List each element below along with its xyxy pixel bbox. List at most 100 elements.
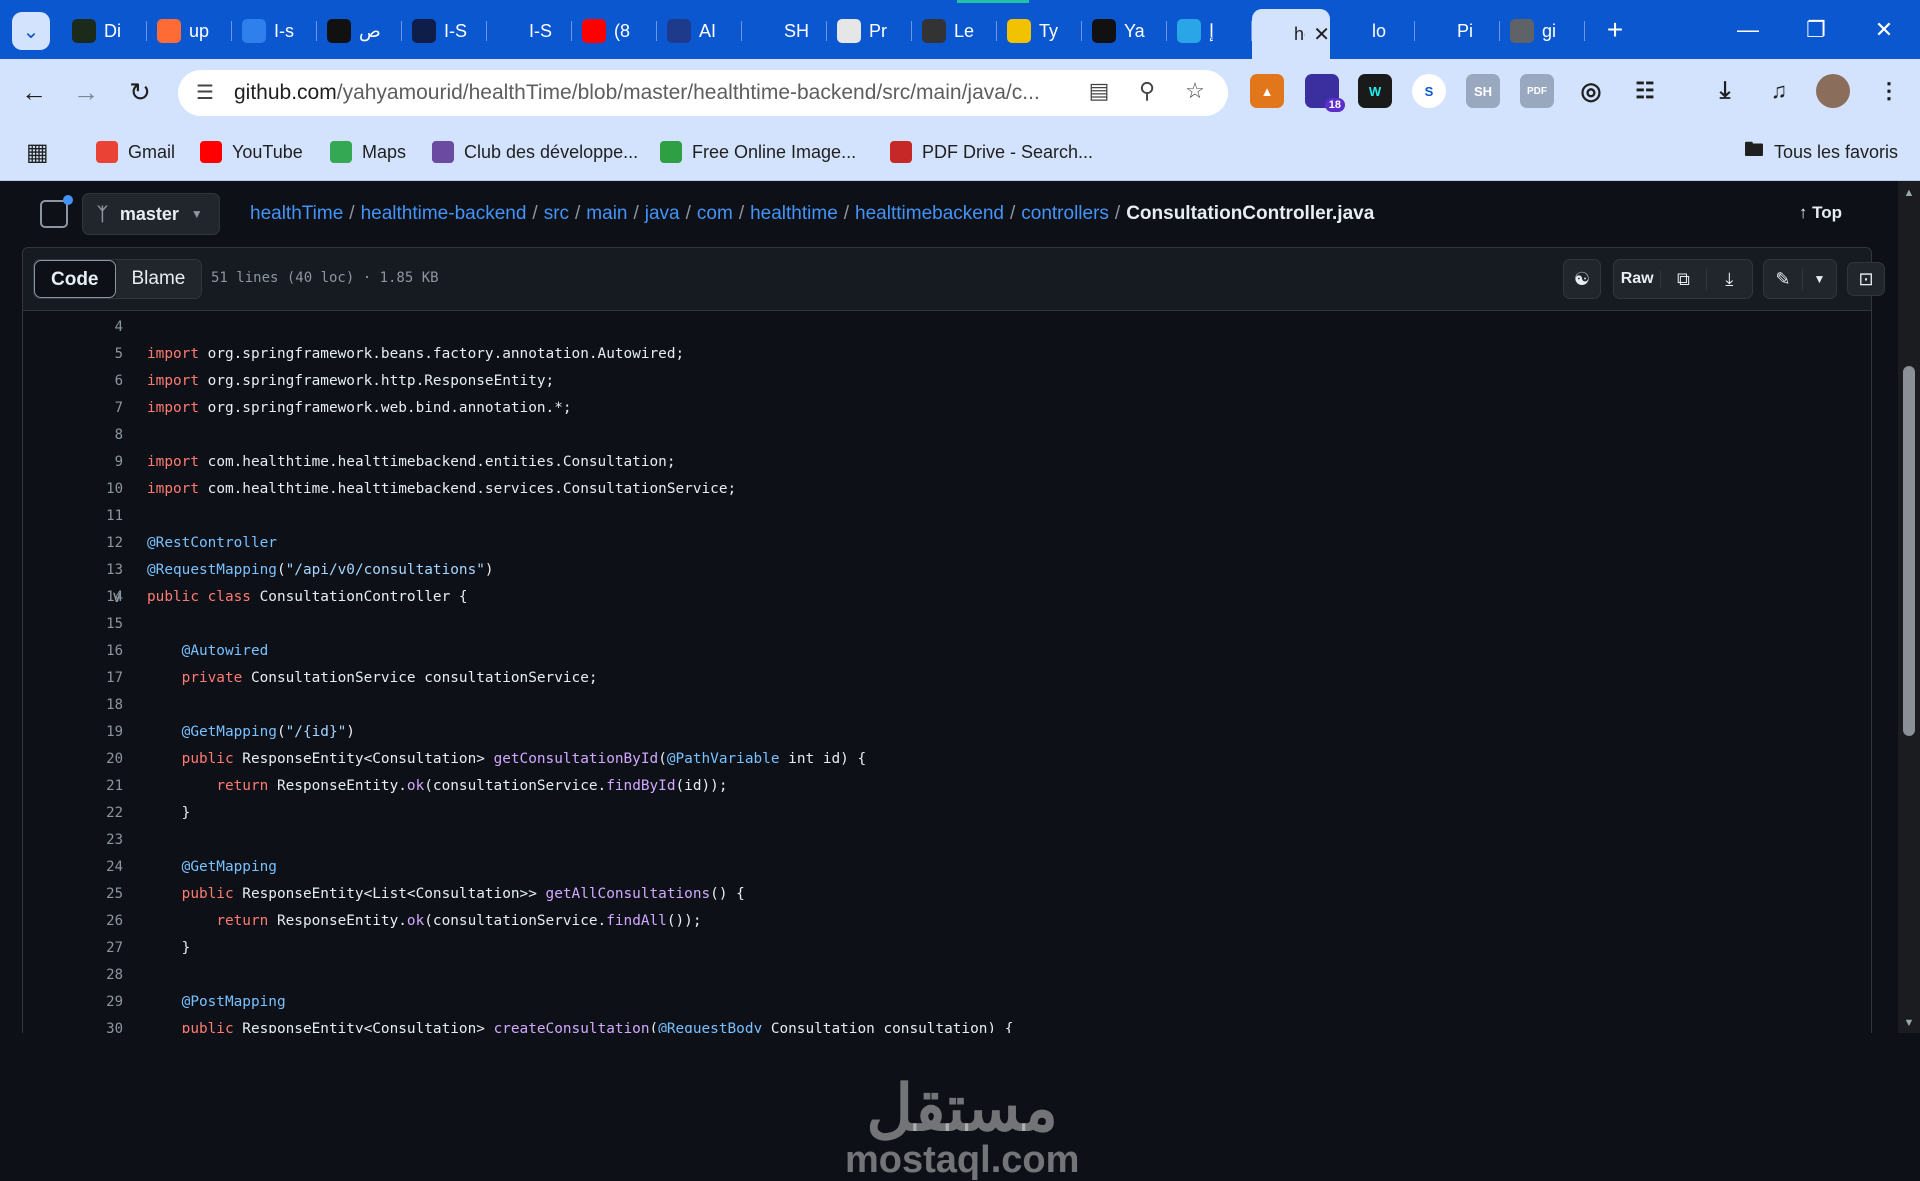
reload-button[interactable]: ↻ (120, 72, 160, 112)
tab-code[interactable]: Code (34, 260, 116, 298)
bookmark-item[interactable]: YouTube (200, 136, 303, 168)
tab-search-button[interactable]: ⌄ (12, 12, 50, 50)
apps-grid-icon[interactable]: ▦ (26, 136, 49, 168)
line-number[interactable]: 23 (23, 827, 123, 854)
browser-tab[interactable]: lo (1330, 9, 1415, 53)
bookmark-item[interactable]: PDF Drive - Search... (890, 136, 1093, 168)
line-number[interactable]: 10 (23, 476, 123, 503)
line-number[interactable]: 29 (23, 989, 123, 1016)
line-number[interactable]: 30 (23, 1016, 123, 1033)
line-number[interactable]: 14 (23, 584, 123, 611)
target-icon[interactable]: ◎ (1574, 74, 1608, 108)
browser-tab[interactable]: إ (1167, 9, 1252, 53)
line-number[interactable]: 17 (23, 665, 123, 692)
line-number[interactable]: 4 (23, 314, 123, 341)
extension-badge-icon[interactable]: 18 (1305, 74, 1345, 112)
line-number[interactable]: 16 (23, 638, 123, 665)
zoom-icon[interactable]: ⚲ (1132, 78, 1162, 108)
page-scrollbar[interactable]: ▲ ▼ (1898, 181, 1920, 1033)
metamask-icon[interactable]: ▲ (1250, 74, 1284, 108)
site-info-icon[interactable]: ☰ (196, 80, 222, 106)
avatar[interactable] (1816, 74, 1850, 108)
browser-tab[interactable]: Pi (1415, 9, 1500, 53)
raw-button[interactable]: Raw (1614, 270, 1662, 288)
line-number[interactable]: 27 (23, 935, 123, 962)
restore-button[interactable]: ❐ (1796, 10, 1836, 50)
bookmark-item[interactable]: Free Online Image... (660, 136, 856, 168)
line-number[interactable]: 25 (23, 881, 123, 908)
breadcrumb-link[interactable]: com (697, 203, 733, 224)
media-control-icon[interactable]: ♫ (1762, 74, 1796, 108)
scrollbar-thumb[interactable] (1903, 366, 1915, 736)
wakatime-icon[interactable]: W (1358, 74, 1392, 108)
browser-tab[interactable]: Pr (827, 9, 912, 53)
sh-extension-icon[interactable]: SH (1466, 74, 1500, 108)
forward-button[interactable]: → (66, 72, 106, 112)
line-number[interactable]: 22 (23, 800, 123, 827)
scroll-up-arrow-icon[interactable]: ▲ (1903, 187, 1915, 199)
browser-tab[interactable]: up (147, 9, 232, 53)
line-number[interactable]: 6 (23, 368, 123, 395)
file-tree-toggle-icon[interactable] (40, 195, 73, 228)
browser-tab[interactable]: ص (317, 9, 402, 53)
bookmark-item[interactable]: Maps (330, 136, 406, 168)
browser-tab[interactable]: he ✕ (1252, 9, 1330, 59)
breadcrumb-link[interactable]: healthTime (250, 203, 343, 224)
browser-tab[interactable]: AI (657, 9, 742, 53)
browser-tab[interactable]: (8 (572, 9, 657, 53)
line-number[interactable]: 12 (23, 530, 123, 557)
menu-kebab-icon[interactable]: ⋮ (1872, 74, 1906, 108)
browser-tab[interactable]: I-S (487, 9, 572, 53)
line-number[interactable]: 19 (23, 719, 123, 746)
caret-down-icon[interactable]: ▼ (1803, 272, 1836, 286)
bookmark-star-icon[interactable]: ☆ (1180, 78, 1210, 108)
breadcrumb-link[interactable]: healttimebackend (855, 203, 1004, 224)
pencil-icon[interactable]: ✎ (1764, 268, 1803, 290)
breadcrumb-link[interactable]: java (645, 203, 680, 224)
bookmark-item[interactable]: Gmail (96, 136, 175, 168)
breadcrumb-link[interactable]: controllers (1021, 203, 1109, 224)
back-button[interactable]: ← (14, 72, 54, 112)
line-number[interactable]: 24 (23, 854, 123, 881)
line-number[interactable]: 13 (23, 557, 123, 584)
browser-tab[interactable]: I-S (402, 9, 487, 53)
browser-tab[interactable]: Di (62, 9, 147, 53)
breadcrumb-link[interactable]: src (544, 203, 569, 224)
pdf-extension-icon[interactable]: PDF (1520, 74, 1554, 108)
address-bar[interactable]: ☰ github.com/yahyamourid/healthTime/blob… (178, 70, 1228, 116)
line-number[interactable]: 8 (23, 422, 123, 449)
line-number[interactable]: 9 (23, 449, 123, 476)
tab-blame[interactable]: Blame (115, 260, 202, 298)
breadcrumb-link[interactable]: healthtime (750, 203, 838, 224)
download-icon[interactable]: ⤓ (1707, 269, 1752, 290)
symbols-panel-button[interactable]: ⊡ (1847, 262, 1885, 296)
top-button[interactable]: ↑ Top (1799, 203, 1842, 223)
copy-icon[interactable]: ⧉ (1661, 268, 1707, 290)
line-number[interactable]: 7 (23, 395, 123, 422)
line-number[interactable]: 11 (23, 503, 123, 530)
browser-tab[interactable]: I-s (232, 9, 317, 53)
fold-chevron-icon[interactable]: ∨ (111, 584, 123, 611)
new-tab-button[interactable]: + (1600, 14, 1630, 46)
all-bookmarks-button[interactable]: 🖿 Tous les favoris (1744, 136, 1898, 168)
browser-tab[interactable]: Le (912, 9, 997, 53)
line-number[interactable]: 20 (23, 746, 123, 773)
bookmark-item[interactable]: Club des développe... (432, 136, 638, 168)
branch-selector[interactable]: ᛉ master ▼ (82, 193, 220, 235)
download-icon[interactable]: ⤓ (1708, 74, 1742, 108)
line-number[interactable]: 18 (23, 692, 123, 719)
browser-tab[interactable]: Ty (997, 9, 1082, 53)
copilot-button[interactable]: ☯ (1563, 259, 1601, 299)
browser-tab[interactable]: Ya (1082, 9, 1167, 53)
line-number[interactable]: 5 (23, 341, 123, 368)
minimize-button[interactable]: — (1728, 10, 1768, 50)
breadcrumb-link[interactable]: healthtime-backend (361, 203, 527, 224)
puzzle-icon[interactable]: ☷ (1628, 74, 1662, 108)
line-number[interactable]: 15 (23, 611, 123, 638)
install-app-icon[interactable]: ▤ (1084, 78, 1114, 108)
line-number[interactable]: 21 (23, 773, 123, 800)
line-number[interactable]: 26 (23, 908, 123, 935)
sync-icon[interactable]: S (1412, 74, 1446, 108)
breadcrumb-link[interactable]: main (586, 203, 627, 224)
browser-tab[interactable]: gi (1500, 9, 1585, 53)
